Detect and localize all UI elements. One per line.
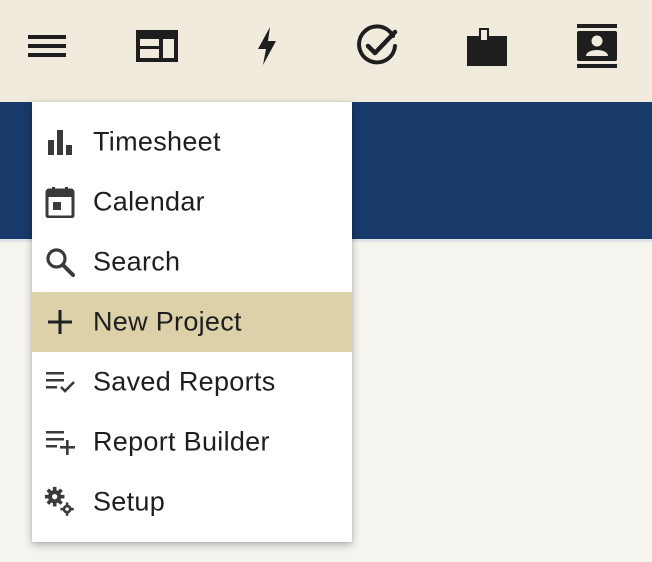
- menu-item-label: Calendar: [93, 186, 205, 217]
- menu-item-search[interactable]: Search: [32, 232, 352, 292]
- top-toolbar: [0, 0, 652, 102]
- menu-item-label: Search: [93, 246, 181, 277]
- gears-icon: [44, 486, 76, 518]
- navigation-dropdown-menu: Timesheet Calendar Search New Project Sa…: [32, 102, 352, 542]
- hamburger-menu-icon[interactable]: [24, 23, 70, 69]
- menu-item-label: New Project: [93, 306, 242, 337]
- check-circle-icon[interactable]: [354, 23, 400, 69]
- menu-item-label: Saved Reports: [93, 366, 276, 397]
- search-icon: [44, 246, 76, 278]
- menu-item-report-builder[interactable]: Report Builder: [32, 412, 352, 472]
- briefcase-icon[interactable]: [464, 23, 510, 69]
- menu-item-timesheet[interactable]: Timesheet: [32, 112, 352, 172]
- playlist-add-icon: [44, 426, 76, 458]
- menu-item-label: Report Builder: [93, 426, 270, 457]
- menu-item-calendar[interactable]: Calendar: [32, 172, 352, 232]
- menu-item-saved-reports[interactable]: Saved Reports: [32, 352, 352, 412]
- contacts-icon[interactable]: [574, 23, 620, 69]
- lightning-icon[interactable]: [244, 23, 290, 69]
- playlist-check-icon: [44, 366, 76, 398]
- menu-item-label: Timesheet: [93, 126, 221, 157]
- menu-item-setup[interactable]: Setup: [32, 472, 352, 532]
- menu-item-label: Setup: [93, 486, 166, 517]
- dashboard-icon[interactable]: [134, 23, 180, 69]
- plus-icon: [44, 306, 76, 338]
- menu-item-new-project[interactable]: New Project: [32, 292, 352, 352]
- calendar-icon: [44, 186, 76, 218]
- bar-chart-icon: [44, 126, 76, 158]
